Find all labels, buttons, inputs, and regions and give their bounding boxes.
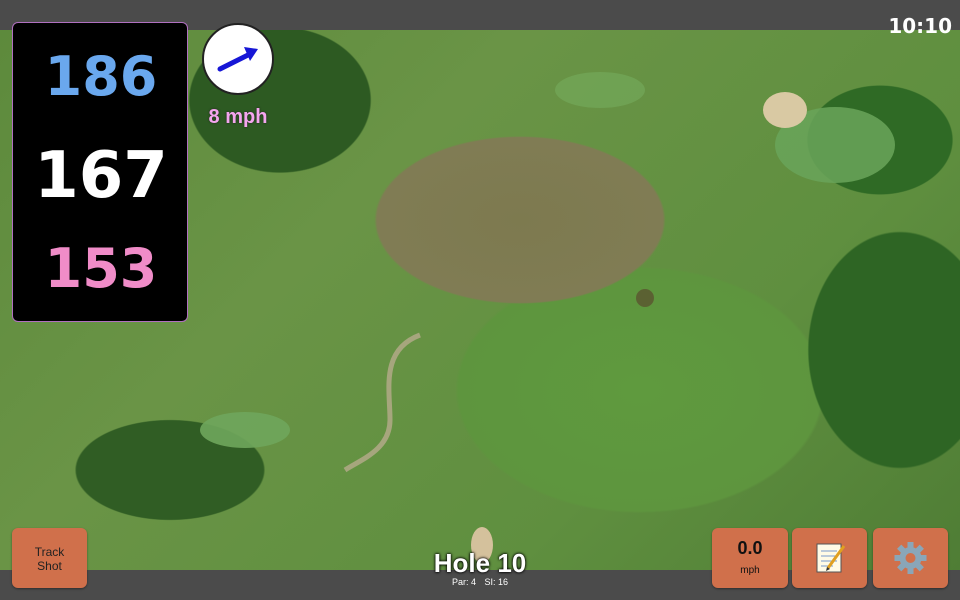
hazard-marker [636,289,654,307]
green-left [200,412,290,448]
fairway-upper [555,72,645,108]
clock: 10:10 [888,14,952,38]
settings-button[interactable] [873,528,948,588]
wind-direction-arrow-icon [217,47,258,72]
hole-stroke-index: SI: 16 [484,577,509,587]
wind-indicator [202,23,274,95]
speed-unit: mph [740,565,760,576]
notes-button[interactable] [792,528,867,588]
distance-middle: 167 [34,139,168,213]
speed-value: 0.0 [737,538,763,558]
cart-path [343,332,421,473]
distance-front: 153 [44,237,158,300]
hole-par: Par: 4 [451,577,476,587]
gear-icon [894,542,927,574]
speed-button[interactable]: 0.0 mph [712,528,788,588]
track-shot-label-1: Track [34,545,65,559]
notepad-icon [816,543,846,573]
hole-info: Par: 4 SI: 16 [380,577,580,587]
track-shot-label-2: Shot [37,559,62,573]
bunker-upper [763,92,807,128]
distance-back: 186 [44,45,158,108]
wind-speed: 8 mph [208,106,268,128]
distance-panel: 186 167 153 [12,22,188,322]
hole-title: Hole 10 [433,548,527,578]
track-shot-button[interactable]: Track Shot [12,528,87,588]
